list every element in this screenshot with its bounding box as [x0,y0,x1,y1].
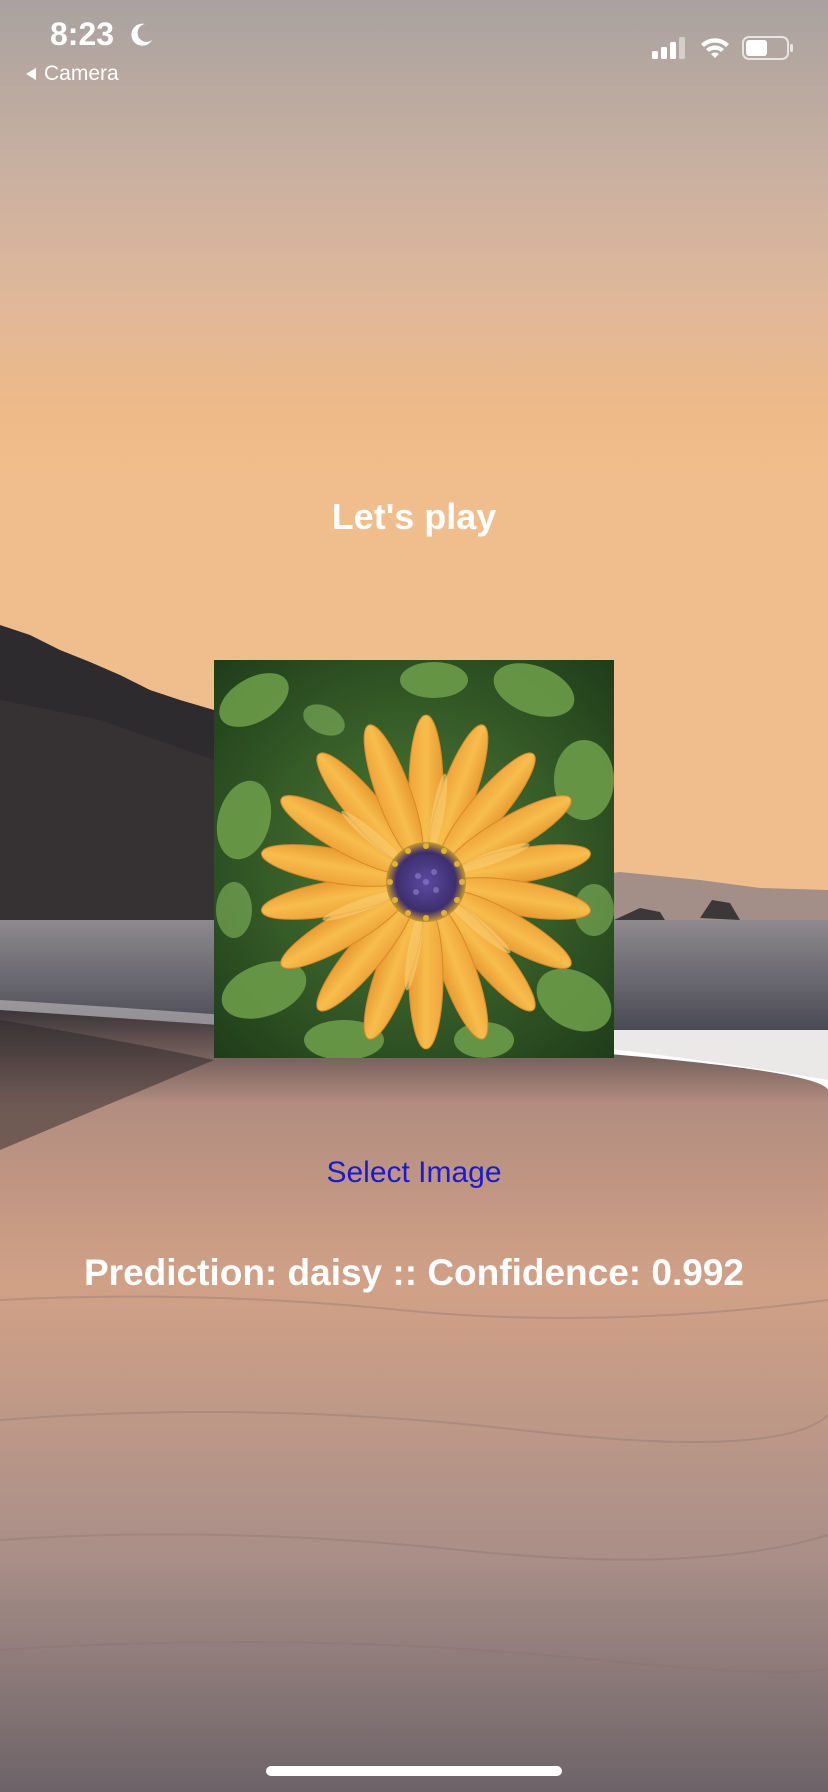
selected-flower-image [214,660,614,1058]
cellular-signal-icon [652,37,685,59]
time-text: 8:23 [50,16,115,52]
back-label: Camera [44,62,119,85]
back-triangle-icon [26,68,36,80]
home-indicator[interactable] [266,1766,562,1776]
select-image-button[interactable]: Select Image [0,1156,828,1190]
moon-icon [131,23,152,46]
status-time: 8:23 [50,16,114,53]
page-title: Let's play [331,496,497,537]
prediction-result-text: Prediction: daisy :: Confidence: 0.992 [84,1252,744,1293]
wifi-icon [701,38,729,58]
back-to-camera-link[interactable]: Camera [24,62,119,86]
status-icons [652,36,794,60]
battery-icon [742,36,793,60]
